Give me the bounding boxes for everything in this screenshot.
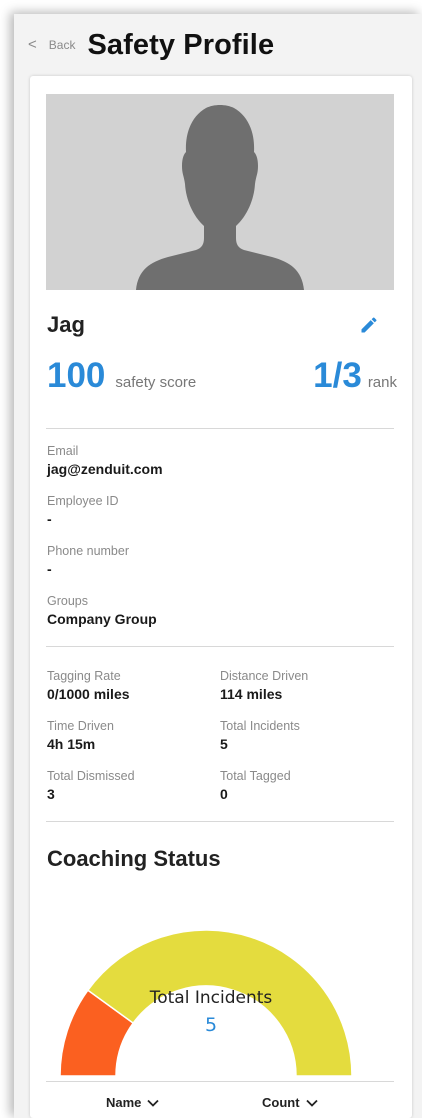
chevron-down-icon [147,1099,160,1107]
stat-label: Total Dismissed [47,769,135,783]
page-title: Safety Profile [87,28,275,61]
driver-photo [46,94,394,290]
coaching-status-title: Coaching Status [47,846,221,871]
field-value: - [47,511,52,527]
divider [46,428,394,429]
score-row: 100 safety score 1/3 rank [47,356,397,400]
divider [46,821,394,822]
field-label: Phone number [47,544,130,558]
stat-value: 3 [47,786,55,802]
gauge-value: 5 [204,1014,218,1036]
column-label: Name [106,1095,142,1110]
gauge-label: Total Incidents [149,988,273,1008]
email-field: Email jag@zenduit.com [47,444,163,477]
profile-card: Jag 100 safety score 1/3 rank Email jag@… [30,76,412,1118]
app-frame: < Back Safety Profile Jag 100 safety sco… [14,14,422,1118]
chevron-left-icon: < [28,35,37,53]
coaching-status-gauge [59,929,353,1076]
stat-label: Total Tagged [220,769,291,783]
rank-label: rank [367,374,397,391]
table-header: Name Count [46,1081,394,1118]
driver-name: Jag [47,312,85,337]
stat-value: 4h 15m [47,736,96,752]
stat-value: 0 [220,786,228,802]
field-value: jag@zenduit.com [47,461,163,477]
field-value: - [47,561,52,577]
stat-label: Distance Driven [220,669,309,683]
time-driven-stat: Time Driven 4h 15m [47,719,114,752]
page-header: < Back Safety Profile [14,14,422,76]
groups-field: Groups Company Group [47,594,157,627]
stat-label: Tagging Rate [47,669,121,683]
field-label: Email [47,444,79,458]
tagging-rate-stat: Tagging Rate 0/1000 miles [47,669,130,702]
distance-driven-stat: Distance Driven 114 miles [220,669,308,702]
back-button[interactable]: < Back [28,35,76,53]
stat-value: 0/1000 miles [47,686,130,702]
field-label: Employee ID [47,494,119,508]
stat-label: Total Incidents [220,719,300,733]
stat-label: Time Driven [47,719,114,733]
driver-name-row: Jag [47,310,379,340]
column-header-name[interactable]: Name [106,1095,160,1110]
person-silhouette-icon [46,94,394,290]
phone-number-field: Phone number - [47,544,129,577]
safety-score: 100 safety score [47,356,196,396]
column-label: Count [262,1095,300,1110]
employee-id-field: Employee ID - [47,494,119,527]
field-label: Groups [47,594,88,608]
safety-score-label: safety score [115,374,197,391]
total-dismissed-stat: Total Dismissed 3 [47,769,135,802]
total-tagged-stat: Total Tagged 0 [220,769,291,802]
column-header-count[interactable]: Count [262,1095,318,1110]
back-label: Back [48,38,76,52]
pencil-icon[interactable] [359,315,379,335]
chevron-down-icon [305,1099,318,1107]
rank-value: 1/3 [313,356,362,395]
safety-score-value: 100 [47,356,106,395]
field-value: Company Group [47,611,157,627]
stat-value: 5 [220,736,228,752]
total-incidents-stat: Total Incidents 5 [220,719,300,752]
stat-value: 114 miles [220,686,283,702]
divider [46,646,394,647]
rank: 1/3 rank [313,356,397,396]
